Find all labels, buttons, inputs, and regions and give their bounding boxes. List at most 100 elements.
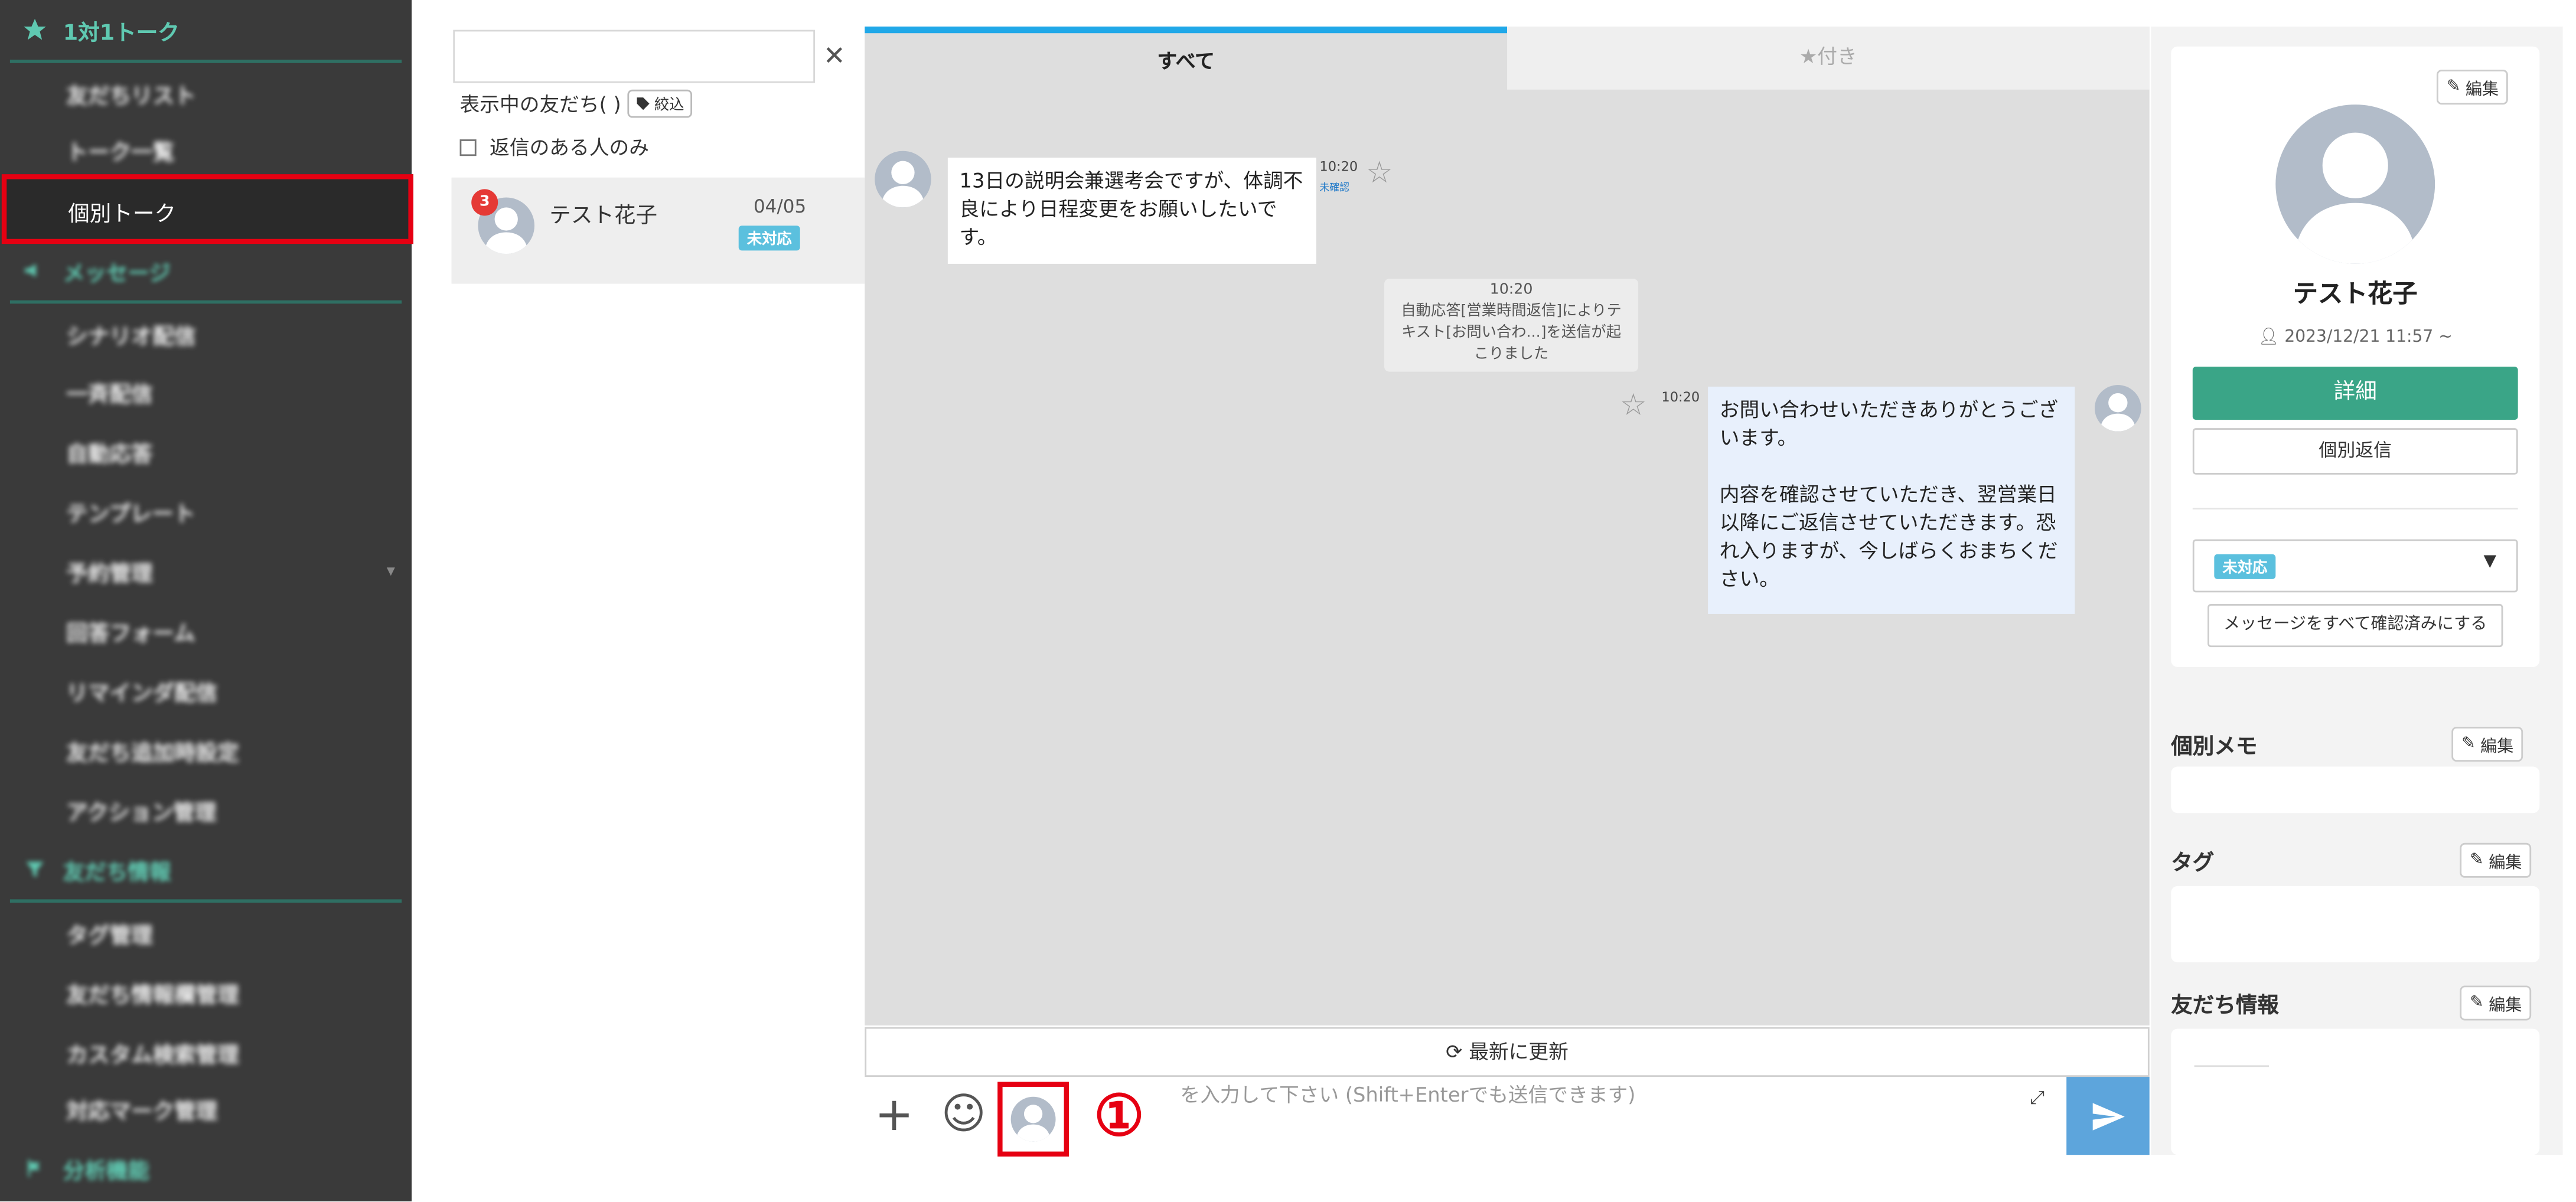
sidebar-item-template[interactable]: テンプレート [0,481,412,541]
tag-label: タグ [2171,851,2215,876]
avatar [875,151,931,208]
person-icon [2100,393,2136,432]
friend-list-item[interactable]: 3 テスト花子 04/05 未対応 [451,177,865,284]
person-icon [881,161,925,208]
friends-count-label: 表示中の友だち( ) [459,93,621,116]
caret-down-icon: ▼ [2483,552,2497,571]
outgoing-message-text: お問い合わせいただきありがとうございます。 [1719,398,2059,450]
star-icon [20,15,50,45]
sidebar-section-message[interactable]: メッセージ [0,241,412,300]
sidebar-section-friend-info[interactable]: 友だち情報 [0,840,412,899]
sidebar-item-label: シナリオ配信 [66,324,196,350]
edit-icon: ✎ [2470,851,2484,870]
sidebar-item-label: 友だち追加時設定 [66,740,239,766]
friend-search-input[interactable] [453,30,816,83]
mark-all-read-button[interactable]: メッセージをすべて確認済みにする [2207,604,2503,648]
sidebar-item-broadcast[interactable]: 一斉配信 [0,362,412,422]
sidebar-section-one-on-one-talk[interactable]: 1対1トーク [0,0,412,60]
status-badge: 未対応 [2214,554,2276,579]
annotation-marker: ① [1094,1083,1144,1150]
divider [2194,1065,2270,1067]
star-icon[interactable]: ☆ [1620,388,1646,423]
sidebar-item-custom-search[interactable]: カスタム検索管理 [0,1022,412,1082]
edit-profile-button[interactable]: ✎ 編集 [2436,70,2509,105]
megaphone-icon [20,256,50,286]
reply-only-filter[interactable]: 返信のある人のみ [459,133,649,161]
sidebar-item-reminder[interactable]: リマインダ配信 [0,661,412,720]
message-input[interactable]: を入力して下さい (Shift+Enterでも送信できます) [1180,1080,1635,1109]
friend-name: テスト花子 [549,204,658,229]
person-icon: 👤︎ [2258,328,2280,347]
filter-icon [20,854,50,884]
individual-reply-button[interactable]: 個別返信 [2192,428,2518,475]
sidebar-item-label: タグ管理 [66,923,153,949]
reply-only-label: 返信のある人のみ [490,136,649,159]
message-time: 10:20 [1319,159,1358,175]
sidebar-item-reservation[interactable]: 予約管理 ▾ [0,541,412,600]
sidebar-item-label: カスタム検索管理 [66,1043,239,1068]
friend-date: 04/05 [754,195,807,218]
sidebar-item-tag[interactable]: タグ管理 [0,903,412,962]
unread-count-badge: 3 [471,189,498,216]
sidebar-item-answer-form[interactable]: 回答フォーム [0,600,412,660]
outgoing-message: お問い合わせいただきありがとうございます。 内容を確認させていただき、翌営業日以… [1708,386,2075,614]
sidebar-item-response-mark[interactable]: 対応マーク管理 [0,1079,412,1138]
detail-button[interactable]: 詳細 [2192,367,2518,420]
sidebar-section-analysis[interactable]: 分析機能 [0,1138,412,1198]
edit-memo-button[interactable]: ✎ 編集 [2451,727,2524,762]
sidebar-item-friend-add-settings[interactable]: 友だち追加時設定 [0,720,412,780]
system-message-time: 10:20 [1489,282,1533,299]
plus-icon[interactable]: + [875,1091,914,1138]
sidebar-item-action[interactable]: アクション管理 [0,780,412,840]
send-as-account-button[interactable] [997,1082,1069,1157]
sidebar-item-friends-list[interactable]: 友だちリスト [0,63,412,123]
refresh-icon: ⟳ [1446,1040,1463,1064]
system-message-text: 自動応答[営業時間返信]によりテキスト[お問い合わ...]を送信が起こりました [1401,303,1622,364]
reply-only-checkbox[interactable] [459,138,477,155]
person-icon [2294,132,2417,264]
edit-button-label: 編集 [2489,997,2522,1016]
refresh-label: 最新に更新 [1469,1040,1569,1064]
sidebar-item-talk-list[interactable]: トーク一覧 [0,119,412,179]
close-icon[interactable]: ✕ [823,43,850,70]
friends-count: 表示中の友だち( ) 絞込 [459,89,693,118]
sidebar-section-label: メッセージ [63,261,171,286]
sidebar: 1対1トーク 友だちリスト トーク一覧 個別トーク メッセージ シナリオ配信 一… [0,0,413,1201]
profile-name: テスト花子 [2293,279,2418,309]
sidebar-item-label: 個別トーク [68,202,176,228]
sidebar-item-label: 友だち情報欄管理 [66,983,239,1008]
tag-icon [637,97,650,110]
paper-plane-icon [2092,1102,2125,1130]
tab-starred[interactable]: ★付き [1507,26,2150,90]
sidebar-item-scenario[interactable]: シナリオ配信 [0,303,412,363]
avatar [2094,385,2141,432]
outgoing-message-text: 内容を確認させていただき、翌営業日以降にご返信させていただきます。恐れ入りますが… [1719,482,2058,591]
status-select[interactable]: 未対応 ▼ [2192,539,2518,593]
message-time: 10:20 [1661,390,1700,405]
refresh-button[interactable]: ⟳ 最新に更新 [865,1027,2150,1077]
emoji-icon[interactable]: ☺ [941,1092,986,1138]
sidebar-item-auto-reply[interactable]: 自動応答 [0,422,412,481]
edit-button-label: 編集 [2465,81,2499,100]
memo-label: 個別メモ [2171,735,2258,760]
friend-info-label: 友だち情報 [2171,994,2279,1019]
edit-friend-info-button[interactable]: ✎ 編集 [2460,985,2532,1021]
edit-tag-button[interactable]: ✎ 編集 [2460,842,2532,878]
sidebar-item-friend-field[interactable]: 友だち情報欄管理 [0,962,412,1022]
star-icon[interactable]: ☆ [1366,156,1393,191]
sidebar-item-individual-talk[interactable]: 個別トーク [1,174,413,244]
tab-all[interactable]: すべて [865,26,1508,90]
friend-info-box [2171,1028,2540,1155]
read-status: 未確認 [1319,182,1350,194]
sidebar-item-label: リマインダ配信 [66,681,218,706]
sidebar-section-label: 1対1トーク [63,21,180,46]
avatar [2275,104,2435,264]
divider [2192,508,2518,509]
sidebar-item-label: 対応マーク管理 [66,1099,218,1125]
expand-icon[interactable]: ⤢ [2030,1087,2045,1110]
filter-button[interactable]: 絞込 [627,89,693,118]
memo-box [2171,766,2540,814]
send-button[interactable] [2066,1077,2150,1155]
sidebar-item-label: 友だちリスト [66,83,196,109]
chevron-down-icon: ▾ [386,561,395,580]
